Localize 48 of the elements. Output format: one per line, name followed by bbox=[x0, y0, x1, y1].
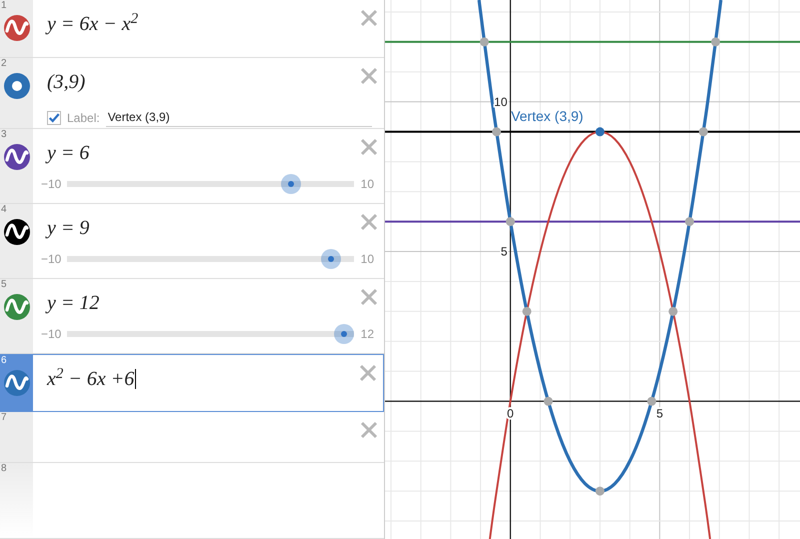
slider-max: 10 bbox=[360, 176, 374, 193]
row-number: 2 bbox=[0, 58, 7, 69]
slider-thumb[interactable] bbox=[334, 324, 354, 344]
math-expression[interactable]: y = 6 bbox=[47, 138, 90, 168]
y-tick-label: 5 bbox=[500, 244, 508, 259]
slider-thumb[interactable] bbox=[320, 249, 341, 269]
intersection-point[interactable] bbox=[668, 306, 678, 316]
math-expression[interactable]: (3,9) bbox=[47, 67, 86, 97]
intersection-point[interactable] bbox=[492, 127, 502, 136]
row-number: 3 bbox=[0, 129, 7, 140]
graph-plot[interactable]: Vertex (3,9) 0 5 5 10 bbox=[385, 0, 800, 539]
row-number: 8 bbox=[0, 463, 7, 474]
math-expression[interactable]: y = 9 bbox=[47, 213, 90, 243]
intersection-point[interactable] bbox=[544, 396, 553, 406]
label-checkbox[interactable] bbox=[47, 110, 61, 124]
slider-thumb[interactable] bbox=[280, 174, 301, 194]
slider-min: −10 bbox=[41, 326, 62, 343]
slider-min: −10 bbox=[41, 251, 62, 268]
intersection-point[interactable] bbox=[522, 306, 532, 316]
row-number: 7 bbox=[0, 412, 7, 423]
vertex-point[interactable] bbox=[595, 127, 604, 136]
y-tick-label: 10 bbox=[494, 94, 508, 109]
slider-min: −10 bbox=[41, 176, 62, 193]
intersection-point[interactable] bbox=[506, 217, 515, 226]
x-tick-label: 5 bbox=[656, 406, 664, 420]
row-number: 1 bbox=[0, 0, 7, 11]
intersection-point[interactable] bbox=[647, 396, 656, 406]
row-number: 4 bbox=[0, 204, 7, 215]
wave-icon[interactable] bbox=[4, 144, 30, 170]
slider-max: 10 bbox=[360, 251, 374, 268]
wave-icon[interactable] bbox=[4, 219, 30, 245]
text-cursor bbox=[135, 369, 136, 389]
intersection-point[interactable] bbox=[711, 37, 720, 46]
x-tick-label: 0 bbox=[507, 406, 514, 420]
math-expression[interactable]: y = 6x − x$^{2}$ bbox=[47, 9, 138, 39]
point-icon[interactable] bbox=[4, 73, 30, 99]
math-expression[interactable]: y = 12 bbox=[47, 288, 100, 318]
intersection-point[interactable] bbox=[480, 37, 489, 46]
intersection-point[interactable] bbox=[698, 127, 708, 136]
label-field[interactable]: Vertex (3,9) bbox=[106, 108, 372, 127]
row-number: 6 bbox=[0, 355, 7, 366]
math-expression[interactable]: x$^{2}$ − 6x +6 bbox=[47, 364, 134, 394]
row-number: 5 bbox=[0, 279, 7, 290]
intersection-point[interactable] bbox=[685, 217, 694, 226]
slider-max: 12 bbox=[360, 326, 374, 343]
vertex-label: Vertex (3,9) bbox=[510, 108, 584, 124]
intersection-point[interactable] bbox=[595, 486, 604, 496]
label-caption: Label: bbox=[67, 110, 100, 126]
